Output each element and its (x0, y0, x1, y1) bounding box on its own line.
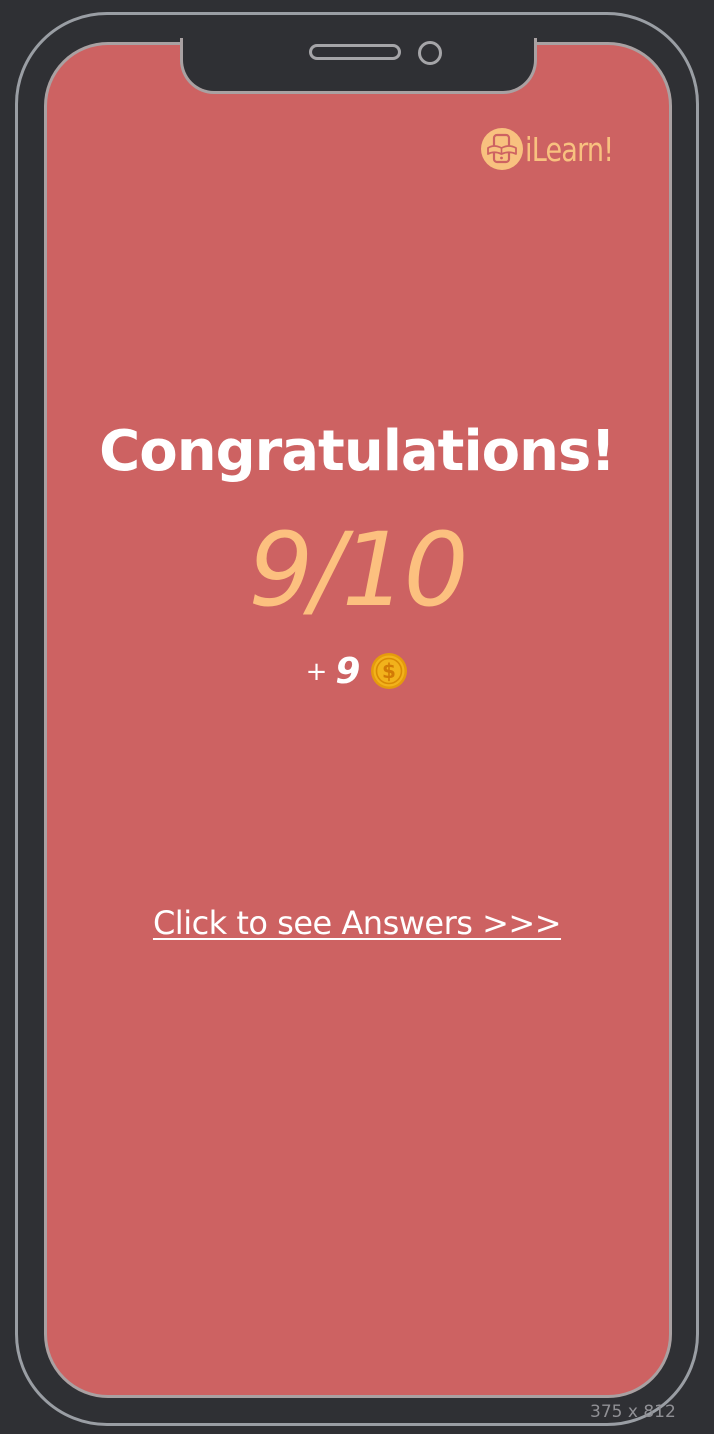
speaker-icon (309, 44, 401, 60)
coin-reward: + 9 $ (0, 648, 714, 694)
logo-text: iLearn! (525, 129, 614, 169)
see-answers-link[interactable]: Click to see Answers >>> (0, 900, 714, 946)
device-size-label: 375 x 812 (590, 1402, 676, 1422)
logo-phone-book-icon (481, 128, 523, 170)
coin-icon: $ (371, 653, 408, 689)
congratulations-title: Congratulations! (99, 419, 616, 484)
quiz-score: 9/10 (248, 511, 468, 630)
artboard: iLearn! Congratulations! 9/10 + 9 $ Clic… (0, 0, 714, 1434)
reward-amount: 9 (335, 650, 361, 692)
ilearn-logo: iLearn! (480, 126, 633, 172)
phone-screen (44, 42, 672, 1398)
camera-icon (418, 41, 442, 65)
svg-text:$: $ (382, 659, 396, 683)
reward-plus-sign: + (305, 657, 328, 687)
